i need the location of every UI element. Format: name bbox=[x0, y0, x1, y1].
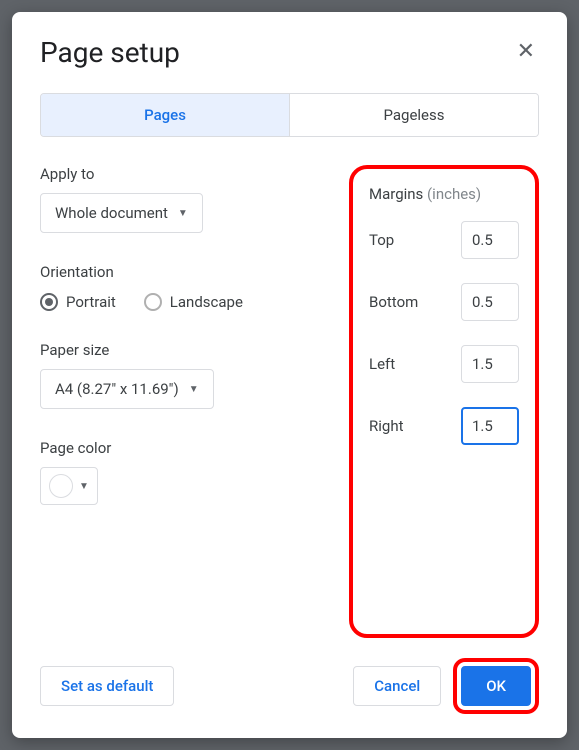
paper-size-select[interactable]: A4 (8.27" x 11.69") ▼ bbox=[40, 369, 214, 409]
page-setup-dialog: Page setup ✕ Pages Pageless Apply to Who… bbox=[12, 12, 567, 738]
ok-button[interactable]: OK bbox=[461, 666, 531, 706]
footer-right: Cancel OK bbox=[353, 658, 539, 714]
apply-to-label: Apply to bbox=[40, 165, 349, 183]
orientation-options: Portrait Landscape bbox=[40, 293, 349, 311]
apply-to-select[interactable]: Whole document ▼ bbox=[40, 193, 203, 233]
margins-section: Margins (inches) Top Bottom Left Right bbox=[349, 165, 539, 638]
dialog-footer: Set as default Cancel OK bbox=[40, 658, 539, 714]
dialog-title: Page setup bbox=[40, 36, 180, 69]
tab-pages[interactable]: Pages bbox=[41, 94, 289, 136]
margin-right-row: Right bbox=[369, 407, 519, 445]
color-swatch-icon bbox=[49, 474, 73, 498]
dialog-header: Page setup ✕ bbox=[40, 36, 539, 69]
caret-down-icon: ▼ bbox=[189, 384, 199, 395]
caret-down-icon: ▼ bbox=[79, 481, 89, 492]
margin-top-input[interactable] bbox=[461, 221, 519, 259]
margin-right-input[interactable] bbox=[461, 407, 519, 445]
margin-top-label: Top bbox=[369, 231, 394, 249]
margins-label: Margins bbox=[369, 185, 423, 203]
dialog-body: Apply to Whole document ▼ Orientation Po… bbox=[40, 165, 539, 638]
caret-down-icon: ▼ bbox=[178, 208, 188, 219]
ok-highlight: OK bbox=[453, 658, 539, 714]
page-color-select[interactable]: ▼ bbox=[40, 467, 98, 505]
margins-unit: (inches) bbox=[427, 185, 481, 203]
close-icon: ✕ bbox=[517, 38, 535, 63]
radio-landscape[interactable]: Landscape bbox=[144, 293, 243, 311]
margin-left-label: Left bbox=[369, 355, 395, 373]
margins-title: Margins (inches) bbox=[369, 185, 519, 203]
margin-right-label: Right bbox=[369, 417, 403, 435]
orientation-label: Orientation bbox=[40, 263, 349, 281]
margin-bottom-row: Bottom bbox=[369, 283, 519, 321]
margin-bottom-input[interactable] bbox=[461, 283, 519, 321]
left-column: Apply to Whole document ▼ Orientation Po… bbox=[40, 165, 349, 638]
landscape-label: Landscape bbox=[170, 293, 243, 311]
margin-left-row: Left bbox=[369, 345, 519, 383]
portrait-label: Portrait bbox=[66, 293, 116, 311]
paper-size-label: Paper size bbox=[40, 341, 349, 359]
radio-portrait[interactable]: Portrait bbox=[40, 293, 116, 311]
paper-size-section: Paper size A4 (8.27" x 11.69") ▼ bbox=[40, 341, 349, 409]
tabs: Pages Pageless bbox=[40, 93, 539, 137]
apply-to-value: Whole document bbox=[55, 204, 168, 222]
radio-checked-icon bbox=[40, 293, 58, 311]
cancel-button[interactable]: Cancel bbox=[353, 666, 441, 706]
page-color-section: Page color ▼ bbox=[40, 439, 349, 505]
paper-size-value: A4 (8.27" x 11.69") bbox=[55, 380, 179, 398]
apply-to-section: Apply to Whole document ▼ bbox=[40, 165, 349, 233]
close-button[interactable]: ✕ bbox=[513, 36, 539, 66]
margin-left-input[interactable] bbox=[461, 345, 519, 383]
tab-pageless[interactable]: Pageless bbox=[289, 94, 538, 136]
margin-bottom-label: Bottom bbox=[369, 293, 418, 311]
page-color-label: Page color bbox=[40, 439, 349, 457]
set-default-button[interactable]: Set as default bbox=[40, 666, 174, 706]
radio-unchecked-icon bbox=[144, 293, 162, 311]
orientation-section: Orientation Portrait Landscape bbox=[40, 263, 349, 311]
margin-top-row: Top bbox=[369, 221, 519, 259]
